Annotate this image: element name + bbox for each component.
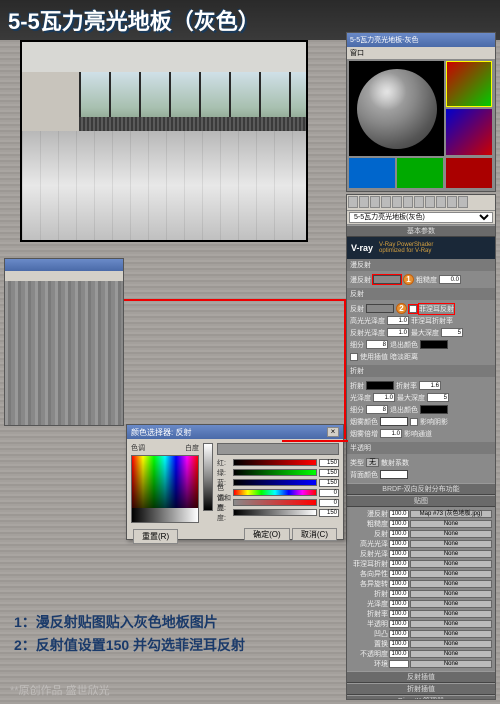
material-slot[interactable]	[446, 158, 492, 188]
annotation-line	[344, 299, 346, 439]
map-slot[interactable]: None	[410, 570, 492, 578]
material-slot[interactable]	[446, 61, 492, 107]
color-gradient[interactable]	[131, 455, 199, 523]
affect-shadow-check[interactable]	[410, 418, 418, 426]
material-slot[interactable]	[397, 158, 443, 188]
red-value[interactable]: 150	[319, 459, 339, 467]
material-slot[interactable]	[349, 158, 395, 188]
group-refract: 折射	[347, 365, 495, 377]
map-slot[interactable]: None	[410, 550, 492, 558]
trans-type[interactable]: 无	[366, 458, 379, 467]
map-slot[interactable]: None	[410, 650, 492, 658]
map-slot[interactable]: None	[410, 600, 492, 608]
material-slot-main[interactable]	[349, 61, 444, 156]
red-slider[interactable]	[233, 459, 317, 466]
map-slot[interactable]: None	[410, 630, 492, 638]
val-value[interactable]: 150	[319, 509, 339, 517]
hilight-spinner[interactable]: 1.0	[387, 316, 409, 325]
fresnel-checkbox[interactable]	[409, 305, 417, 313]
color-preview	[217, 443, 339, 455]
texture-toolbar[interactable]	[5, 271, 123, 281]
map-slot[interactable]: None	[410, 520, 492, 528]
subdiv-spinner[interactable]: 8	[366, 340, 388, 349]
fog-swatch[interactable]	[380, 417, 408, 426]
reflgloss-spinner[interactable]: 1.0	[387, 328, 409, 337]
blue-slider[interactable]	[233, 479, 317, 486]
render-preview	[20, 40, 308, 242]
interp-checkbox[interactable]	[350, 353, 358, 361]
reset-button[interactable]: 重置(R)	[133, 529, 178, 544]
callout-2: 2	[396, 303, 407, 314]
map-slot-diffuse[interactable]: Map #73 (灰色地板.jpg)	[410, 510, 492, 518]
blue-value[interactable]: 150	[319, 479, 339, 487]
map-slot[interactable]: None	[410, 610, 492, 618]
hue-slider[interactable]	[233, 489, 317, 496]
instruction-notes: 1：漫反射贴图贴入灰色地板图片 2：反射值设置150 并勾选菲涅耳反射	[14, 611, 245, 656]
cancel-button[interactable]: 取消(C)	[292, 528, 337, 541]
val-slider[interactable]	[233, 509, 317, 516]
annotation-line	[124, 299, 346, 301]
texture-preview-panel	[4, 258, 124, 426]
map-slot[interactable]: None	[410, 590, 492, 598]
color-picker-titlebar[interactable]: 颜色选择器: 反射 ×	[127, 425, 343, 439]
map-slot[interactable]: None	[410, 660, 492, 668]
params-toolbar[interactable]	[347, 195, 495, 211]
ok-button[interactable]: 确定(O)	[244, 528, 290, 541]
map-slot[interactable]: None	[410, 560, 492, 568]
material-ball-panel: 5-5瓦力亮光地板-灰色 窗口	[346, 32, 496, 192]
section-refr-interp[interactable]: 折射插值	[347, 683, 495, 695]
texture-titlebar	[5, 259, 123, 271]
gloss-spinner[interactable]: 1.0	[373, 393, 395, 402]
green-slider[interactable]	[233, 469, 317, 476]
map-slot[interactable]: None	[410, 540, 492, 548]
annotation-line	[282, 440, 348, 442]
material-name-dropdown[interactable]: 5-5瓦力亮光地板(灰色)	[349, 212, 493, 223]
map-slot[interactable]: None	[410, 620, 492, 628]
map-slot[interactable]: None	[410, 530, 492, 538]
hue-value[interactable]: 0	[319, 489, 339, 497]
section-refl-interp[interactable]: 反射插值	[347, 671, 495, 683]
ior-spinner[interactable]: 1.6	[419, 381, 441, 390]
group-translucent: 半透明	[347, 442, 495, 454]
matball-titlebar: 5-5瓦力亮光地板-灰色	[347, 33, 495, 47]
material-params-panel: 5-5瓦力亮光地板(灰色) 基本参数 V-ray V-Ray PowerShad…	[346, 194, 496, 700]
section-basic[interactable]: 基本参数	[347, 225, 495, 237]
green-value[interactable]: 150	[319, 469, 339, 477]
matball-menu[interactable]: 窗口	[347, 47, 495, 59]
map-slot[interactable]: None	[410, 640, 492, 648]
value-strip[interactable]	[203, 443, 213, 511]
reflect-swatch[interactable]	[366, 304, 394, 313]
material-sphere	[357, 69, 437, 149]
sat-slider[interactable]	[233, 499, 317, 506]
map-slot[interactable]: None	[410, 580, 492, 588]
maxdepth-spinner[interactable]: 5	[441, 328, 463, 337]
diffuse-swatch[interactable]	[373, 275, 401, 284]
group-diffuse: 漫反射	[347, 259, 495, 271]
exitcolor-swatch[interactable]	[420, 340, 448, 349]
section-dx[interactable]: DirectX 管理器	[347, 695, 495, 700]
section-maps[interactable]: 贴图	[347, 495, 495, 507]
watermark: **原创作品 盛世欣光	[10, 682, 110, 698]
page-title: 5-5瓦力亮光地板（灰色）	[8, 4, 260, 36]
roughness-spinner[interactable]: 0.0	[439, 275, 461, 284]
callout-1: 1	[403, 274, 414, 285]
texture-image	[5, 281, 123, 425]
section-brdf[interactable]: BRDF-双向反射分布功能	[347, 483, 495, 495]
sat-value[interactable]: 0	[319, 499, 339, 507]
group-reflect: 反射	[347, 288, 495, 300]
vray-logo: V-ray V-Ray PowerShaderoptimized for V-R…	[347, 237, 495, 259]
material-slot[interactable]	[446, 109, 492, 155]
refract-swatch[interactable]	[366, 381, 394, 390]
close-icon[interactable]: ×	[327, 427, 339, 437]
